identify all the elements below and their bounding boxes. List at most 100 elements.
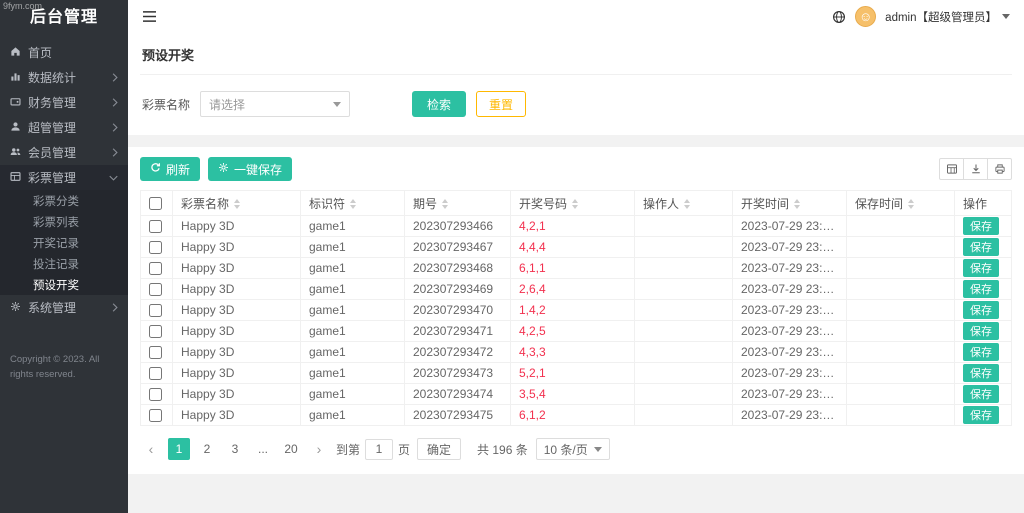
row-checkbox[interactable] [149,241,162,254]
save-all-button[interactable]: 一键保存 [208,157,292,181]
cell-issue: 202307293466 [405,216,511,237]
row-save-button[interactable]: 保存 [963,406,999,424]
sort-icon[interactable] [572,199,578,209]
refresh-button[interactable]: 刷新 [140,157,200,181]
page-button-20[interactable]: 20 [280,438,302,460]
sort-icon[interactable] [350,199,356,209]
row-checkbox[interactable] [149,367,162,380]
sort-icon[interactable] [794,199,800,209]
sidebar-item-lottery[interactable]: 彩票管理 [0,165,128,190]
row-save-button[interactable]: 保存 [963,280,999,298]
print-icon[interactable] [987,158,1012,180]
jump-page-input[interactable] [365,439,393,460]
cell-actions: 保存 取消 [955,363,1012,384]
row-checkbox[interactable] [149,325,162,338]
members-icon [10,146,21,160]
header-cell[interactable]: 保存时间 [847,191,955,216]
sort-icon[interactable] [684,199,690,209]
sidebar-item-lottery-category[interactable]: 彩票分类 [0,190,128,211]
select-value: 请选择 [209,96,245,113]
row-save-button[interactable]: 保存 [963,217,999,235]
hamburger-menu-icon[interactable] [142,10,157,23]
header-cell[interactable]: 彩票名称 [173,191,301,216]
cell-checkbox [141,321,173,342]
sort-icon[interactable] [234,199,240,209]
row-checkbox[interactable] [149,409,162,422]
sidebar-item-preset-draw[interactable]: 预设开奖 [0,274,128,295]
select-all-checkbox[interactable] [149,197,162,210]
row-checkbox[interactable] [149,388,162,401]
row-save-button[interactable]: 保存 [963,322,999,340]
sort-icon[interactable] [442,199,448,209]
sidebar-item-bet-records[interactable]: 投注记录 [0,253,128,274]
columns-icon[interactable] [939,158,964,180]
header-cell[interactable]: 开奖时间 [733,191,847,216]
row-checkbox[interactable] [149,262,162,275]
row-save-button[interactable]: 保存 [963,385,999,403]
cell-operator [635,321,733,342]
lottery-name-select[interactable]: 请选择 [200,91,350,117]
globe-icon[interactable] [832,10,846,24]
table-row: Happy 3D game1 202307293466 4,2,1 2023-0… [141,216,1012,237]
total-count-label: 共 196 条 [477,441,528,458]
cell-draw-numbers: 3,5,4 [511,384,635,405]
export-icon[interactable] [963,158,988,180]
sidebar-submenu-lottery: 彩票分类 彩票列表 开奖记录 投注记录 预设开奖 [0,190,128,295]
sidebar-item-stats[interactable]: 数据统计 [0,65,128,90]
sort-icon[interactable] [908,199,914,209]
sidebar-item-members[interactable]: 会员管理 [0,140,128,165]
sidebar-menu: 首页 数据统计 财务管理 超管管理 会员管理 彩票管理 [0,40,128,320]
cell-draw-numbers: 4,2,5 [511,321,635,342]
sidebar-item-finance[interactable]: 财务管理 [0,90,128,115]
cell-lottery-name: Happy 3D [173,321,301,342]
sidebar: 9fym.com 后台管理 首页 数据统计 财务管理 超管管理 会员管理 [0,0,128,513]
sidebar-item-system[interactable]: 系统管理 [0,295,128,320]
header-cell[interactable]: 期号 [405,191,511,216]
chevron-right-icon [112,123,118,132]
next-page-button[interactable]: › [308,438,330,460]
row-save-button[interactable]: 保存 [963,343,999,361]
search-button[interactable]: 检索 [412,91,466,117]
row-checkbox[interactable] [149,304,162,317]
row-save-button[interactable]: 保存 [963,364,999,382]
sidebar-item-draw-records[interactable]: 开奖记录 [0,232,128,253]
header-cell[interactable]: 开奖号码 [511,191,635,216]
chevron-down-icon [109,175,118,181]
cell-draw-numbers: 2,6,4 [511,279,635,300]
cell-issue: 202307293468 [405,258,511,279]
header-cell[interactable]: 操作人 [635,191,733,216]
row-save-button[interactable]: 保存 [963,301,999,319]
table-row: Happy 3D game1 202307293470 1,4,2 2023-0… [141,300,1012,321]
sidebar-item-label: 系统管理 [28,299,76,316]
user-menu[interactable]: admin【超级管理员】 [885,9,1010,25]
jump-confirm-button[interactable]: 确定 [417,438,461,460]
prev-page-button[interactable]: ‹ [140,438,162,460]
cell-save-time [847,279,955,300]
sidebar-item-superadmin[interactable]: 超管管理 [0,115,128,140]
page-button-2[interactable]: 2 [196,438,218,460]
cell-draw-time: 2023-07-29 23:18:01 [733,216,847,237]
row-checkbox[interactable] [149,283,162,296]
page-button-3[interactable]: 3 [224,438,246,460]
page-button-1[interactable]: 1 [168,438,190,460]
sidebar-item-label: 超管管理 [28,119,76,136]
avatar[interactable]: ☺ [855,6,876,27]
refresh-label: 刷新 [166,161,190,178]
row-checkbox[interactable] [149,346,162,359]
sidebar-item-home[interactable]: 首页 [0,40,128,65]
cell-checkbox [141,216,173,237]
header-cell[interactable]: 标识符 [301,191,405,216]
cell-lottery-name: Happy 3D [173,342,301,363]
per-page-select[interactable]: 10 条/页 [536,438,610,460]
cell-actions: 保存 取消 [955,384,1012,405]
row-checkbox[interactable] [149,220,162,233]
table-row: Happy 3D game1 202307293475 6,1,2 2023-0… [141,405,1012,426]
sidebar-item-label: 会员管理 [28,144,76,161]
chart-icon [10,71,21,85]
reset-button[interactable]: 重置 [476,91,526,117]
sidebar-item-lottery-list[interactable]: 彩票列表 [0,211,128,232]
row-save-button[interactable]: 保存 [963,238,999,256]
row-save-button[interactable]: 保存 [963,259,999,277]
table-row: Happy 3D game1 202307293474 3,5,4 2023-0… [141,384,1012,405]
per-page-value: 10 条/页 [544,441,588,458]
